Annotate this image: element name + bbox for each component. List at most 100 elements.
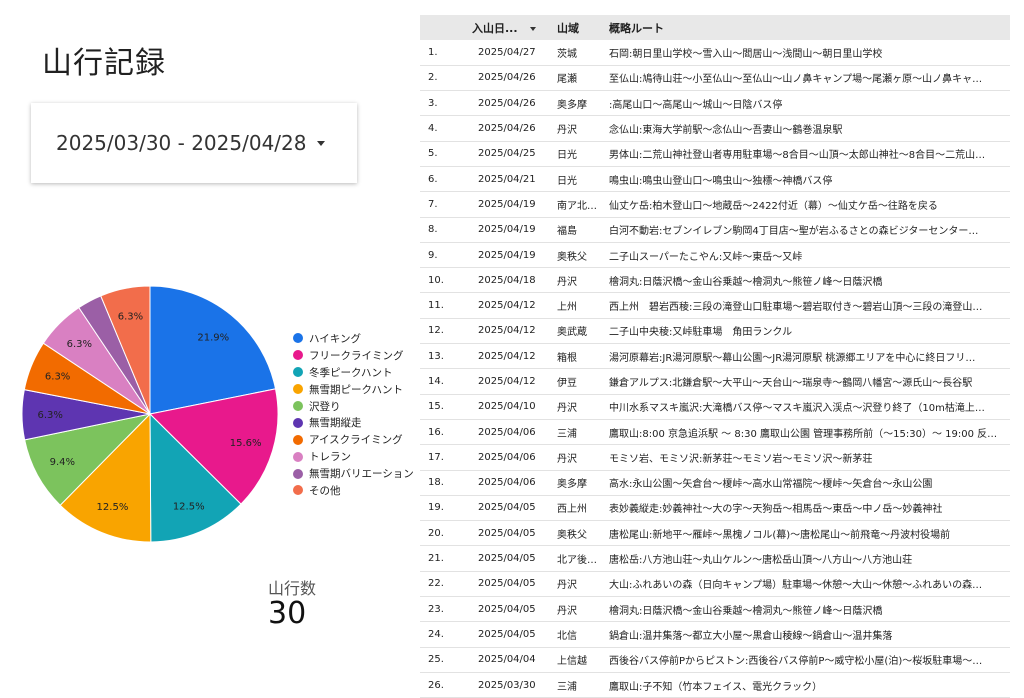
table-row[interactable]: 7. 2025/04/19 南ア北… 仙丈ケ岳:柏木登山口〜地蔵岳〜2422付近（幕）… [420, 191, 1010, 218]
row-date: 2025/04/12 [468, 343, 553, 370]
row-date: 2025/03/30 [468, 672, 553, 698]
row-index: 13. [420, 343, 468, 370]
row-area: 丹沢 [553, 394, 605, 420]
row-index: 15. [420, 394, 468, 420]
trip-count-value: 30 [268, 596, 307, 631]
row-date: 2025/04/25 [468, 141, 553, 167]
row-area: 奥多摩 [553, 470, 605, 496]
sort-desc-icon[interactable] [529, 26, 536, 31]
table-row[interactable]: 10. 2025/04/18 丹沢 檜洞丸:日蔭沢橋〜金山谷乗越〜檜洞丸〜熊笹ノ峰〜日… [420, 267, 1010, 294]
header-date[interactable]: 入山日... [468, 15, 553, 40]
row-route: 鷹取山:8:00 京急追浜駅 〜 8:30 鷹取山公園 管理事務所前（〜15:3… [605, 419, 1010, 446]
header-date-label: 入山日... [472, 21, 518, 35]
pie-slice-label: 12.5% [173, 502, 205, 513]
chart-legend: ハイキングフリークライミング冬季ピークハント 無雪期ピークハント 沢登り 無雪期縦走ア… [293, 330, 414, 499]
legend-item[interactable]: トレラン [293, 448, 414, 465]
legend-item[interactable]: フリークライミング [293, 347, 414, 364]
table-row[interactable]: 19. 2025/04/05 西上州 表妙義縦走:妙義神社〜大の字〜天狗岳〜相馬岳〜東… [420, 495, 1010, 522]
table-row[interactable]: 13. 2025/04/12 箱根 湯河原幕岩:JR湯河原駅〜幕山公園〜JR湯河原駅 … [420, 343, 1010, 370]
table-row[interactable]: 5. 2025/04/25 日光 男体山:二荒山神社登山者専用駐車場〜8合目〜山頂〜太… [420, 141, 1010, 167]
legend-swatch [293, 451, 303, 462]
legend-item[interactable]: 無雪期バリエーション [293, 465, 414, 482]
pie-slice-label: 6.3% [37, 410, 62, 421]
legend-item[interactable]: 無雪期ピークハント [293, 381, 414, 398]
row-index: 14. [420, 368, 468, 395]
legend-swatch [293, 485, 303, 496]
legend-item[interactable]: その他 [293, 482, 414, 499]
legend-item[interactable]: アイスクライミング [293, 431, 414, 448]
table-row[interactable]: 2. 2025/04/26 尾瀬 至仏山:鳩待山荘〜小至仏山〜至仏山〜山ノ鼻キャンプ場… [420, 65, 1010, 92]
row-route: 男体山:二荒山神社登山者専用駐車場〜8合目〜山頂〜太郎山神社〜8合目〜二荒山… [605, 141, 1010, 167]
row-area: 福島 [553, 217, 605, 243]
row-index: 21. [420, 545, 468, 572]
legend-swatch [293, 367, 303, 378]
legend-item[interactable]: ハイキング [293, 330, 414, 347]
row-date: 2025/04/12 [468, 368, 553, 395]
table-row[interactable]: 18. 2025/04/06 奥多摩 高水:永山公園〜矢倉台〜榎峠〜高水山常福院〜榎峠… [420, 470, 1010, 496]
table-row[interactable]: 24. 2025/04/05 北信 鍋倉山:温井集落〜都立大小屋〜黒倉山稜線〜鍋倉山〜… [420, 621, 1010, 648]
legend-item[interactable]: 冬季ピークハント [293, 364, 414, 381]
date-range-value: 2025/03/30 - 2025/04/28 [56, 131, 307, 155]
row-index: 9. [420, 242, 468, 269]
row-date: 2025/04/05 [468, 495, 553, 522]
row-date: 2025/04/26 [468, 65, 553, 92]
page-title: 山行記録 [42, 46, 166, 81]
table-row[interactable]: 12. 2025/04/12 奥武蔵 二子山中央稜:又峠駐車場 角田ランクル [420, 318, 1010, 345]
table-row[interactable]: 11. 2025/04/12 上州 西上州 碧岩西稜:三段の滝登山口駐車場〜碧岩取付き… [420, 292, 1010, 319]
row-area: 奥武蔵 [553, 318, 605, 345]
table-row[interactable]: 4. 2025/04/26 丹沢 念仏山:東海大学前駅〜念仏山〜吾妻山〜鶴巻温泉駅 [420, 115, 1010, 142]
row-date: 2025/04/21 [468, 166, 553, 193]
row-area: 丹沢 [553, 267, 605, 294]
row-date: 2025/04/06 [468, 419, 553, 446]
row-date: 2025/04/10 [468, 394, 553, 420]
header-area[interactable]: 山域 [553, 15, 605, 40]
legend-swatch [293, 417, 303, 428]
row-area: 奥多摩 [553, 90, 605, 117]
legend-item[interactable]: 沢登り [293, 398, 414, 415]
row-date: 2025/04/05 [468, 596, 553, 623]
row-area: 日光 [553, 141, 605, 167]
table-row[interactable]: 16. 2025/04/06 三浦 鷹取山:8:00 京急追浜駅 〜 8:30 鷹取山… [420, 419, 1010, 446]
row-route: 仙丈ケ岳:柏木登山口〜地蔵岳〜2422付近（幕）〜仙丈ケ岳〜往路を戻る [605, 191, 1010, 218]
row-date: 2025/04/19 [468, 242, 553, 269]
row-route: 中川水系マスキ嵐沢:大滝橋バス停〜マスキ嵐沢入渓点〜沢登り終了（10m枯滝上… [605, 394, 1010, 420]
row-route: 鎌倉アルプス:北鎌倉駅〜大平山〜天台山〜瑞泉寺〜鶴岡八幡宮〜源氏山〜長谷駅 [605, 368, 1010, 395]
row-index: 4. [420, 115, 468, 142]
row-index: 19. [420, 495, 468, 522]
row-date: 2025/04/05 [468, 520, 553, 547]
table-row[interactable]: 20. 2025/04/05 奥秩父 唐松尾山:新地平〜雁峠〜黒槐ノコル(幕)〜唐松尾… [420, 520, 1010, 547]
table-row[interactable]: 23. 2025/04/05 丹沢 檜洞丸:日蔭沢橋〜金山谷乗越〜檜洞丸〜熊笹ノ峰〜日… [420, 596, 1010, 623]
legend-label: ハイキング [309, 332, 361, 345]
pie-slice-label: 9.4% [50, 457, 75, 468]
table-row[interactable]: 21. 2025/04/05 北ア後… 唐松岳:八方池山荘〜丸山ケルン〜唐松岳山頂〜八… [420, 545, 1010, 572]
row-route: 念仏山:東海大学前駅〜念仏山〜吾妻山〜鶴巻温泉駅 [605, 115, 1010, 142]
row-index: 12. [420, 318, 468, 345]
row-area: 日光 [553, 166, 605, 193]
table-row[interactable]: 14. 2025/04/12 伊豆 鎌倉アルプス:北鎌倉駅〜大平山〜天台山〜瑞泉寺〜鶴… [420, 368, 1010, 395]
table-row[interactable]: 25. 2025/04/04 上信越 西後谷バス停前Pからピストン:西後谷バス停前P〜… [420, 647, 1010, 673]
row-index: 24. [420, 621, 468, 648]
row-date: 2025/04/19 [468, 217, 553, 243]
row-route: 唐松岳:八方池山荘〜丸山ケルン〜唐松岳山頂〜八方山〜八方池山荘 [605, 545, 1010, 572]
table-row[interactable]: 22. 2025/04/05 丹沢 大山:ふれあいの森（日向キャンプ場）駐車場〜休憩〜… [420, 571, 1010, 598]
table-row[interactable]: 1. 2025/04/27 茨城 石岡:朝日里山学校〜雪入山〜閻居山〜浅間山〜朝日里山… [420, 40, 1010, 66]
table-row[interactable]: 9. 2025/04/19 奥秩父 二子山スーパーたこやん:又峠〜東岳〜又峠 [420, 242, 1010, 269]
table-row[interactable]: 3. 2025/04/26 奥多摩:高尾山口〜高尾山〜城山〜日陰バス停 [420, 90, 1010, 117]
table-row[interactable]: 26. 2025/03/30 三浦 鷹取山:子不知（竹本フェイス、電光クラック） [420, 672, 1010, 698]
table-row[interactable]: 6. 2025/04/21 日光 鳴虫山:鳴虫山登山口〜鳴虫山〜独標〜神橋バス停 [420, 166, 1010, 193]
table-row[interactable]: 17. 2025/04/06 丹沢 モミソ岩、モミソ沢:新茅荘〜モミソ岩〜モミソ沢〜新… [420, 444, 1010, 471]
pie-chart-svg: 21.9% 15.6% 12.5% 12.5% 9.4% 6.3% 6.3% 6.3% 6.3% [21, 285, 279, 543]
row-area: 三浦 [553, 419, 605, 446]
header-route[interactable]: 概略ルート [605, 15, 1010, 40]
row-index: 22. [420, 571, 468, 598]
pie-slice-label: 15.6% [230, 438, 262, 449]
legend-label: フリークライミング [309, 349, 404, 362]
table-row[interactable]: 8. 2025/04/19 福島 白河不動岩:セブンイレブン駒岡4丁目店〜聖が岩ふるさ… [420, 217, 1010, 243]
legend-item[interactable]: 無雪期縦走 [293, 414, 414, 431]
row-index: 10. [420, 267, 468, 294]
date-range-picker[interactable]: 2025/03/30 - 2025/04/28 [31, 103, 357, 183]
row-index: 11. [420, 292, 468, 319]
table-row[interactable]: 15. 2025/04/10 丹沢 中川水系マスキ嵐沢:大滝橋バス停〜マスキ嵐沢入渓点… [420, 394, 1010, 420]
row-date: 2025/04/12 [468, 318, 553, 345]
row-route: 唐松尾山:新地平〜雁峠〜黒槐ノコル(幕)〜唐松尾山〜前飛竜〜丹波村役場前 [605, 520, 1010, 547]
